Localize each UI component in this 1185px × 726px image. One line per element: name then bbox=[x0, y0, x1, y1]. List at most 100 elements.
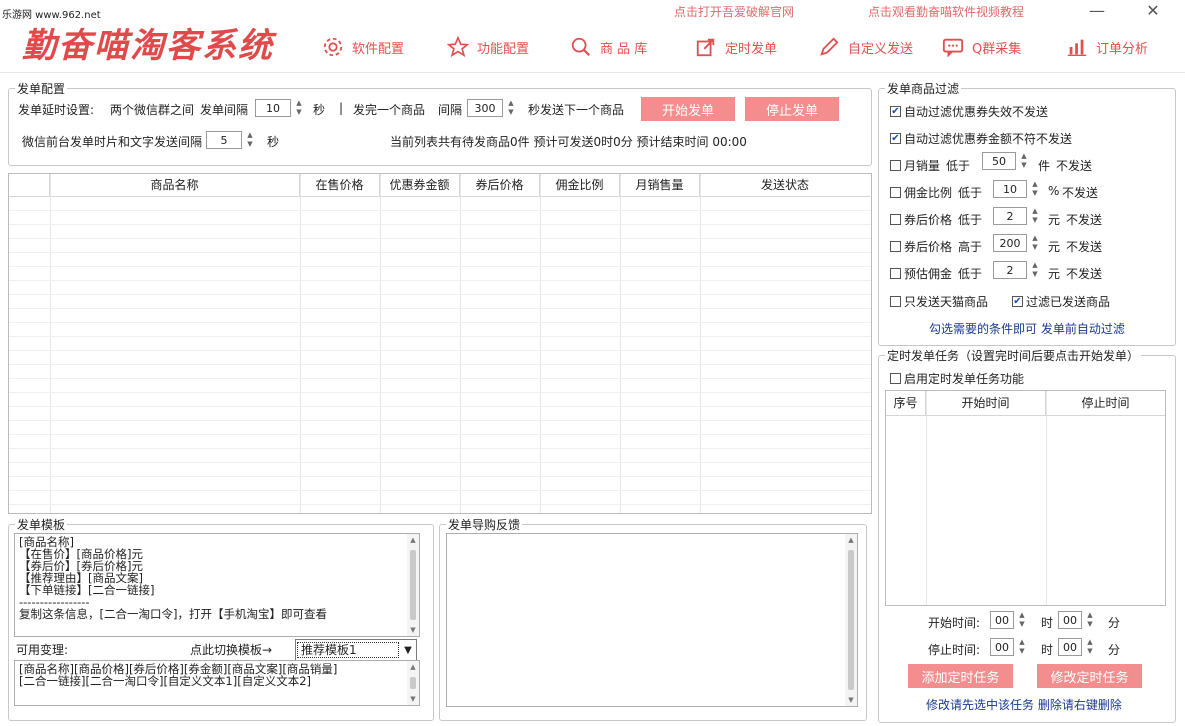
template-scrollbar[interactable]: ▲ ▼ bbox=[407, 534, 419, 636]
gap-stepper[interactable]: 300 ▲ ▼ bbox=[467, 98, 516, 118]
nav-software-config[interactable]: 软件配置 bbox=[322, 34, 404, 60]
nav-function-config[interactable]: 功能配置 bbox=[447, 34, 529, 60]
col-product-name[interactable]: 商品名称 bbox=[50, 174, 300, 196]
stop-send-button[interactable]: 停止发单 bbox=[745, 97, 839, 121]
checkbox-box[interactable] bbox=[890, 214, 901, 225]
col-price[interactable]: 在售价格 bbox=[300, 174, 380, 196]
col-seq[interactable]: 序号 bbox=[886, 391, 926, 415]
filter-value-stepper[interactable]: 2 ▲ ▼ bbox=[993, 260, 1040, 280]
filter-value-stepper[interactable]: 50 ▲ ▼ bbox=[982, 151, 1029, 171]
crack-site-link[interactable]: 点击打开吾爱破解官网 bbox=[674, 3, 794, 20]
auto-mismatch-checkbox[interactable]: ✔ 自动过滤优惠券金额不符不发送 bbox=[890, 130, 1072, 147]
auto-invalid-checkbox[interactable]: ✔ 自动过滤优惠券失效不发送 bbox=[890, 103, 1048, 120]
start-hour-input[interactable]: 00 bbox=[990, 611, 1014, 629]
checkbox-box[interactable]: ✔ bbox=[890, 106, 901, 117]
stepper-arrows[interactable]: ▲ ▼ bbox=[1085, 611, 1095, 629]
chevron-down-icon[interactable]: ▼ bbox=[400, 645, 416, 656]
filter-value-input[interactable]: 2 bbox=[993, 207, 1027, 225]
col-after-coupon[interactable]: 券后价格 bbox=[460, 174, 540, 196]
filter-value-input[interactable]: 50 bbox=[982, 152, 1016, 170]
start-minute-stepper[interactable]: 00 ▲ ▼ bbox=[1058, 610, 1095, 630]
template-select[interactable]: 推荐模板1 ▼ bbox=[295, 639, 417, 661]
stepper-arrows[interactable]: ▲ ▼ bbox=[1030, 261, 1040, 279]
nav-custom-send[interactable]: 自定义发送 bbox=[818, 34, 913, 60]
nav-order-analysis[interactable]: 订单分析 bbox=[1066, 34, 1148, 60]
stepper-arrows[interactable]: ▲ ▼ bbox=[1030, 180, 1040, 198]
skip-sent-checkbox[interactable]: ✔ 过滤已发送商品 bbox=[1012, 293, 1110, 310]
start-minute-input[interactable]: 00 bbox=[1058, 611, 1082, 629]
start-hour-stepper[interactable]: 00 ▲ ▼ bbox=[990, 610, 1027, 630]
filter-value-input[interactable]: 10 bbox=[993, 180, 1027, 198]
filter-row-est-commission[interactable]: 预估佣金 低于 bbox=[890, 265, 982, 282]
stepper-arrows[interactable]: ▲ ▼ bbox=[1030, 234, 1040, 252]
separator: | bbox=[339, 101, 344, 115]
gap-input[interactable]: 300 bbox=[467, 99, 503, 117]
col-coupon[interactable]: 优惠券金额 bbox=[380, 174, 460, 196]
filter-row-monthly-sales[interactable]: 月销量 低于 bbox=[890, 157, 970, 174]
template-textarea[interactable]: [商品名称] 【在售价】[商品价格]元 【券后价】[券后价格]元 【推荐理由】[… bbox=[14, 533, 420, 637]
checkbox-box[interactable] bbox=[890, 373, 901, 384]
filter-row-after-coupon-low[interactable]: 券后价格 低于 bbox=[890, 211, 982, 228]
stepper-arrows[interactable]: ▲ ▼ bbox=[294, 99, 304, 117]
stop-hour-stepper[interactable]: 00 ▲ ▼ bbox=[990, 637, 1027, 657]
filter-row-commission[interactable]: 佣金比例 低于 bbox=[890, 184, 982, 201]
video-tutorial-link[interactable]: 点击观看勤奋喵软件视频教程 bbox=[868, 3, 1024, 20]
nav-product-library[interactable]: 商 品 库 bbox=[570, 34, 647, 60]
add-timer-task-button[interactable]: 添加定时任务 bbox=[908, 664, 1013, 688]
checkbox-box[interactable] bbox=[890, 160, 901, 171]
stepper-arrows[interactable]: ▲ ▼ bbox=[1017, 638, 1027, 656]
filter-value-input[interactable]: 2 bbox=[993, 261, 1027, 279]
vars-textarea[interactable]: [商品名称][商品价格][券后价格][券金额][商品文案][商品销量] [二合一… bbox=[14, 660, 420, 706]
timer-task-table[interactable]: 序号 开始时间 停止时间 bbox=[885, 390, 1166, 606]
enable-timer-checkbox[interactable]: 启用定时发单任务功能 bbox=[890, 370, 1024, 387]
stepper-arrows[interactable]: ▲ ▼ bbox=[1017, 611, 1027, 629]
filter-row-after-coupon-high[interactable]: 券后价格 高于 bbox=[890, 238, 982, 255]
stepper-arrows[interactable]: ▲ ▼ bbox=[1030, 207, 1040, 225]
stepper-arrows[interactable]: ▲ ▼ bbox=[1019, 152, 1029, 170]
nav-qgroup-collect[interactable]: Q群采集 bbox=[942, 34, 1021, 60]
minimize-button[interactable]: — bbox=[1082, 2, 1112, 22]
feedback-scrollbar[interactable]: ▲ ▼ bbox=[845, 534, 857, 706]
col-monthly-sales[interactable]: 月销售量 bbox=[620, 174, 700, 196]
gap-suffix: 秒发送下一个商品 bbox=[528, 103, 625, 117]
interval-stepper[interactable]: 10 ▲ ▼ bbox=[255, 98, 304, 118]
filter-value-input[interactable]: 200 bbox=[993, 234, 1027, 252]
stop-hour-input[interactable]: 00 bbox=[990, 638, 1014, 656]
col-commission[interactable]: 佣金比例 bbox=[540, 174, 620, 196]
stepper-arrows[interactable]: ▲ ▼ bbox=[1085, 638, 1095, 656]
stepper-arrows[interactable]: ▲ ▼ bbox=[245, 131, 255, 149]
template-text[interactable]: [商品名称] 【在售价】[商品价格]元 【券后价】[券后价格]元 【推荐理由】[… bbox=[15, 534, 419, 622]
stop-minute-input[interactable]: 00 bbox=[1058, 638, 1082, 656]
filter-value-stepper[interactable]: 2 ▲ ▼ bbox=[993, 206, 1040, 226]
vars-text[interactable]: [商品名称][商品价格][券后价格][券金额][商品文案][商品销量] [二合一… bbox=[15, 661, 419, 689]
filter-value-stepper[interactable]: 200 ▲ ▼ bbox=[993, 233, 1040, 253]
tmall-only-checkbox[interactable]: 只发送天猫商品 bbox=[890, 293, 988, 310]
col-stop-time[interactable]: 停止时间 bbox=[1046, 391, 1165, 415]
stop-minute-stepper[interactable]: 00 ▲ ▼ bbox=[1058, 637, 1095, 657]
stepper-arrows[interactable]: ▲ ▼ bbox=[506, 99, 516, 117]
checkbox-box[interactable] bbox=[890, 187, 901, 198]
close-button[interactable]: ✕ bbox=[1138, 2, 1168, 22]
col-send-status[interactable]: 发送状态 bbox=[700, 174, 870, 196]
send-config-panel: 发单配置 bbox=[8, 80, 872, 166]
col-start-time[interactable]: 开始时间 bbox=[926, 391, 1046, 415]
checkbox-box[interactable]: ✔ bbox=[1012, 296, 1023, 307]
checkbox-box[interactable]: ✔ bbox=[890, 133, 901, 144]
template-select-value[interactable]: 推荐模板1 bbox=[297, 642, 399, 658]
img-text-input[interactable]: 5 bbox=[206, 131, 242, 149]
vars-scrollbar[interactable]: ▲ ▼ bbox=[407, 661, 419, 705]
checkbox-box[interactable] bbox=[890, 268, 901, 279]
checkbox-box[interactable] bbox=[890, 296, 901, 307]
start-send-button[interactable]: 开始发单 bbox=[641, 97, 735, 121]
edit-timer-task-button[interactable]: 修改定时任务 bbox=[1037, 664, 1142, 688]
checkbox-box[interactable] bbox=[890, 241, 901, 252]
filter-tail: 不发送 bbox=[1062, 186, 1099, 200]
img-text-stepper[interactable]: 5 ▲ ▼ bbox=[206, 130, 255, 150]
filter-value-stepper[interactable]: 10 ▲ ▼ bbox=[993, 179, 1040, 199]
table-row-line bbox=[9, 378, 871, 379]
nav-scheduled-send[interactable]: 定时发单 bbox=[695, 34, 777, 60]
interval-input[interactable]: 10 bbox=[255, 99, 291, 117]
nav-label: 自定义发送 bbox=[848, 41, 914, 57]
product-table[interactable]: 商品名称 在售价格 优惠券金额 券后价格 佣金比例 月销售量 发送状态 bbox=[8, 173, 872, 514]
feedback-textarea[interactable]: ▲ ▼ bbox=[446, 533, 858, 707]
